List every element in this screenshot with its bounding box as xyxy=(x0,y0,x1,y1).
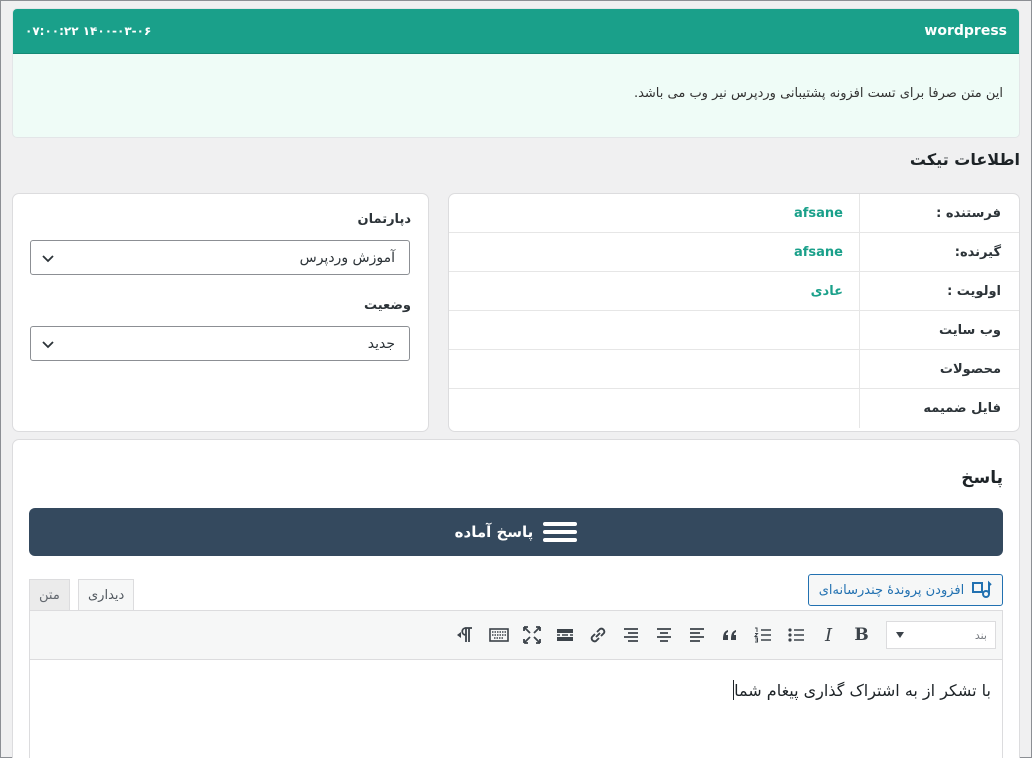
paragraph-direction-icon[interactable] xyxy=(451,621,480,650)
media-icon xyxy=(972,580,992,598)
caret-down-icon xyxy=(896,632,904,638)
status-label: وضعیت xyxy=(363,298,411,313)
add-media-label: افزودن پروندهٔ چندرسانه‌ای xyxy=(818,582,965,598)
reply-title: پاسخ xyxy=(961,468,1003,488)
info-row-recipient: گیرنده: afsane xyxy=(449,233,1019,272)
department-label: دپارتمان xyxy=(357,212,412,227)
info-value xyxy=(449,389,859,428)
bold-icon[interactable]: B xyxy=(847,621,876,650)
link-icon[interactable] xyxy=(583,621,612,650)
ticket-info-table: فرستنده : afsane گیرنده: afsane اولویت :… xyxy=(449,194,1019,431)
department-select[interactable]: آموزش وردپرس xyxy=(30,240,410,275)
ticket-message-card: ۰۷:۰۰:۲۲ ۱۴۰۰-۰۳-۰۶ wordpress این متن صر… xyxy=(13,9,1019,137)
info-label: فرستنده : xyxy=(859,194,1019,232)
status-selected-value: جدید xyxy=(367,335,395,352)
department-selected-value: آموزش وردپرس xyxy=(299,249,395,266)
align-right-icon[interactable] xyxy=(616,621,645,650)
message-date: ۰۷:۰۰:۲۲ ۱۴۰۰-۰۳-۰۶ xyxy=(25,24,152,38)
ready-reply-label: پاسخ آماده xyxy=(454,523,534,541)
message-author: wordpress xyxy=(924,23,1007,39)
blockquote-icon[interactable] xyxy=(715,621,744,650)
info-value: عادی xyxy=(810,283,843,299)
info-row-attachment: فایل ضمیمه xyxy=(449,389,1019,428)
department-status-card: دپارتمان آموزش وردپرس وضعیت جدید xyxy=(13,194,428,431)
italic-icon[interactable]: I xyxy=(814,621,843,650)
info-value: afsane xyxy=(793,244,843,260)
info-row-website: وب سایت xyxy=(449,311,1019,350)
info-value xyxy=(449,350,859,388)
message-body: این متن صرفا برای تست افزونه پشتیبانی ور… xyxy=(633,86,1003,101)
keyboard-toolbar-icon[interactable] xyxy=(484,621,513,650)
info-label: وب سایت xyxy=(859,311,1019,349)
info-value xyxy=(449,311,859,349)
info-label: محصولات xyxy=(859,350,1019,388)
align-left-icon[interactable] xyxy=(682,621,711,650)
align-center-icon[interactable] xyxy=(649,621,678,650)
info-label: فایل ضمیمه xyxy=(859,389,1019,428)
format-select-value: بند xyxy=(974,628,987,642)
status-select[interactable]: جدید xyxy=(30,326,410,361)
info-label: اولویت : xyxy=(859,272,1019,310)
editor-content-area[interactable]: با تشکر از به اشتراک گذاری پیغام شما xyxy=(30,660,1002,758)
reply-editor: I B بند با تشکر از به اشتراک گذاری پیغام… xyxy=(29,610,1003,758)
info-label: گیرنده: xyxy=(859,233,1019,271)
editor-text: با تشکر از به اشتراک گذاری پیغام شما xyxy=(734,681,991,700)
editor-toolbar: I B بند xyxy=(30,611,1002,660)
tab-visual[interactable]: دیداری xyxy=(78,579,135,611)
chevron-down-icon xyxy=(42,254,54,262)
info-row-products: محصولات xyxy=(449,350,1019,389)
tab-text[interactable]: متن xyxy=(29,579,70,610)
chevron-down-icon xyxy=(42,340,54,348)
read-more-icon[interactable] xyxy=(550,621,579,650)
menu-icon xyxy=(543,522,578,542)
ticket-info-title: اطلاعات تیکت xyxy=(909,150,1020,169)
fullscreen-icon[interactable] xyxy=(517,621,546,650)
format-select[interactable]: بند xyxy=(886,621,996,649)
message-header: ۰۷:۰۰:۲۲ ۱۴۰۰-۰۳-۰۶ wordpress xyxy=(13,9,1019,54)
add-media-button[interactable]: افزودن پروندهٔ چندرسانه‌ای xyxy=(808,574,1003,606)
info-row-priority: اولویت : عادی xyxy=(449,272,1019,311)
info-row-sender: فرستنده : afsane xyxy=(449,194,1019,233)
ready-reply-button[interactable]: پاسخ آماده xyxy=(29,508,1003,556)
reply-card: پاسخ پاسخ آماده افزودن پروندهٔ چندرسانه‌… xyxy=(13,440,1019,758)
bullet-list-icon[interactable] xyxy=(781,621,810,650)
info-value: afsane xyxy=(793,205,843,221)
numbered-list-icon[interactable] xyxy=(748,621,777,650)
